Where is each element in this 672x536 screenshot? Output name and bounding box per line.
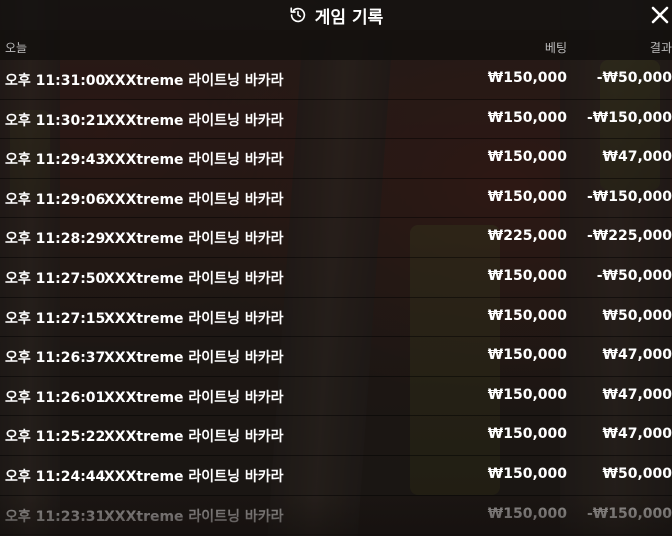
row-time: 오후 11:26:01 [5, 389, 106, 406]
row-game: XXXtreme 라이트닝 바카라 [104, 468, 284, 485]
column-bet: 베팅 [544, 41, 567, 55]
row-time: 오후 11:24:44 [5, 468, 106, 485]
row-bet: ₩150,000 [487, 267, 567, 284]
row-bet: ₩150,000 [487, 465, 567, 482]
history-row[interactable]: 오후 11:30:21 XXXtreme 라이트닝 바카라 ₩150,000 -… [0, 99, 672, 140]
row-time: 오후 11:28:29 [5, 231, 106, 248]
row-bet: ₩225,000 [487, 228, 567, 245]
history-row[interactable]: 오후 11:26:37 XXXtreme 라이트닝 바카라 ₩150,000 ₩… [0, 337, 672, 377]
column-result: 결과 [649, 41, 672, 55]
row-result: ₩50,000 [602, 465, 672, 482]
row-bet: ₩150,000 [487, 188, 567, 205]
row-game: XXXtreme 라이트닝 바카라 [104, 270, 284, 287]
page-title: 게임 기록 [314, 7, 384, 28]
history-row[interactable]: 오후 11:26:01 XXXtreme 라이트닝 바카라 ₩150,000 ₩… [0, 376, 672, 417]
header-bar: 게임 기록 [0, 0, 672, 30]
row-bet: ₩150,000 [487, 307, 567, 324]
row-game: XXXtreme 라이트닝 바카라 [104, 152, 284, 169]
column-header: 오늘 베팅 결과 [0, 30, 672, 60]
row-bet: ₩150,000 [487, 426, 567, 443]
row-result: -₩50,000 [596, 267, 672, 284]
row-result: ₩47,000 [602, 426, 672, 443]
row-time: 오후 11:25:22 [5, 429, 106, 446]
close-icon [651, 6, 669, 24]
row-game: XXXtreme 라이트닝 바카라 [104, 350, 284, 367]
row-game: XXXtreme 라이트닝 바카라 [104, 73, 284, 89]
history-row[interactable]: 오후 11:29:43 XXXtreme 라이트닝 바카라 ₩150,000 ₩… [0, 139, 672, 179]
history-row[interactable]: 오후 11:29:06 XXXtreme 라이트닝 바카라 ₩150,000 -… [0, 178, 672, 219]
history-row[interactable]: 오후 11:27:50 XXXtreme 라이트닝 바카라 ₩150,000 -… [0, 257, 672, 298]
row-bet: ₩150,000 [487, 347, 567, 364]
history-row[interactable]: 오후 11:31:00 XXXtreme 라이트닝 바카라 ₩150,000 -… [0, 60, 672, 100]
row-result: -₩225,000 [586, 228, 672, 245]
close-button[interactable] [648, 3, 672, 27]
history-row[interactable]: 오후 11:27:15 XXXtreme 라이트닝 바카라 ₩150,000 ₩… [0, 297, 672, 338]
row-result: -₩50,000 [596, 70, 672, 86]
row-time: 오후 11:26:37 [5, 350, 106, 367]
row-time: 오후 11:23:31 [5, 508, 106, 525]
row-bet: ₩150,000 [487, 505, 567, 522]
history-list: 오후 11:31:00 XXXtreme 라이트닝 바카라 ₩150,000 -… [0, 60, 672, 536]
row-time: 오후 11:30:21 [5, 112, 106, 129]
history-row[interactable]: 오후 11:24:44 XXXtreme 라이트닝 바카라 ₩150,000 ₩… [0, 455, 672, 496]
history-icon [289, 6, 307, 24]
row-bet: ₩150,000 [487, 149, 567, 166]
row-bet: ₩150,000 [487, 109, 567, 126]
row-game: XXXtreme 라이트닝 바카라 [104, 310, 284, 327]
row-result: -₩150,000 [586, 505, 672, 522]
column-today: 오늘 [5, 41, 28, 55]
row-result: ₩50,000 [602, 307, 672, 324]
row-game: XXXtreme 라이트닝 바카라 [104, 191, 284, 208]
row-result: -₩150,000 [586, 188, 672, 205]
history-row[interactable]: 오후 11:28:29 XXXtreme 라이트닝 바카라 ₩225,000 -… [0, 218, 672, 258]
row-time: 오후 11:31:00 [5, 73, 106, 89]
row-game: XXXtreme 라이트닝 바카라 [104, 429, 284, 446]
title-group: 게임 기록 [0, 0, 672, 30]
row-result: ₩47,000 [602, 149, 672, 166]
row-time: 오후 11:27:50 [5, 270, 106, 287]
history-row[interactable]: 오후 11:25:22 XXXtreme 라이트닝 바카라 ₩150,000 ₩… [0, 416, 672, 456]
history-row[interactable]: 오후 11:23:31 XXXtreme 라이트닝 바카라 ₩150,000 -… [0, 495, 672, 536]
row-time: 오후 11:29:43 [5, 152, 106, 169]
row-result: -₩150,000 [586, 109, 672, 126]
row-result: ₩47,000 [602, 386, 672, 403]
row-game: XXXtreme 라이트닝 바카라 [104, 508, 284, 525]
row-game: XXXtreme 라이트닝 바카라 [104, 112, 284, 129]
row-result: ₩47,000 [602, 347, 672, 364]
row-time: 오후 11:27:15 [5, 310, 106, 327]
row-bet: ₩150,000 [487, 386, 567, 403]
row-game: XXXtreme 라이트닝 바카라 [104, 231, 284, 248]
row-bet: ₩150,000 [487, 70, 567, 86]
row-time: 오후 11:29:06 [5, 191, 106, 208]
row-game: XXXtreme 라이트닝 바카라 [104, 389, 284, 406]
